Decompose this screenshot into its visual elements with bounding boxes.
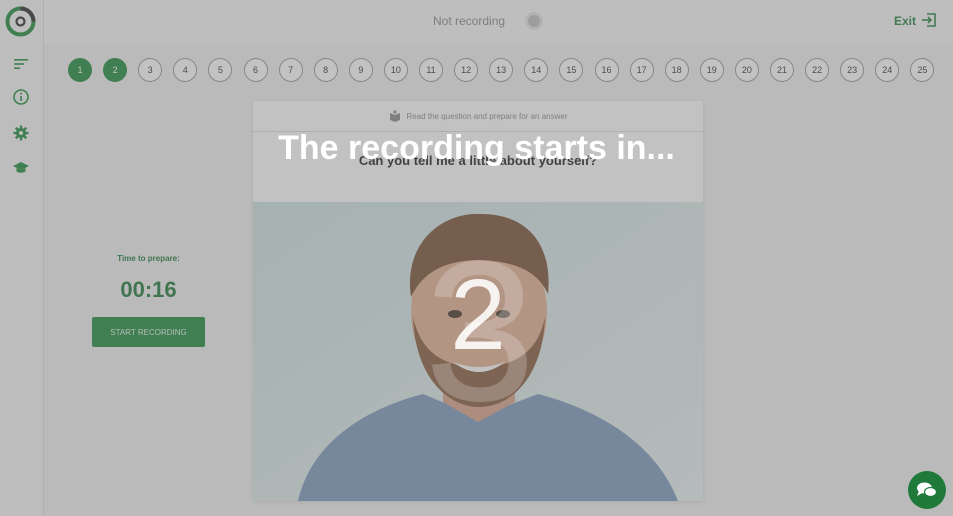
countdown-title: The recording starts in... — [278, 129, 675, 167]
countdown-number: 2 — [450, 259, 506, 371]
chat-bubbles-icon — [917, 482, 938, 498]
countdown-overlay: The recording starts in... 3 2 — [0, 0, 953, 516]
chat-button[interactable] — [908, 471, 946, 509]
